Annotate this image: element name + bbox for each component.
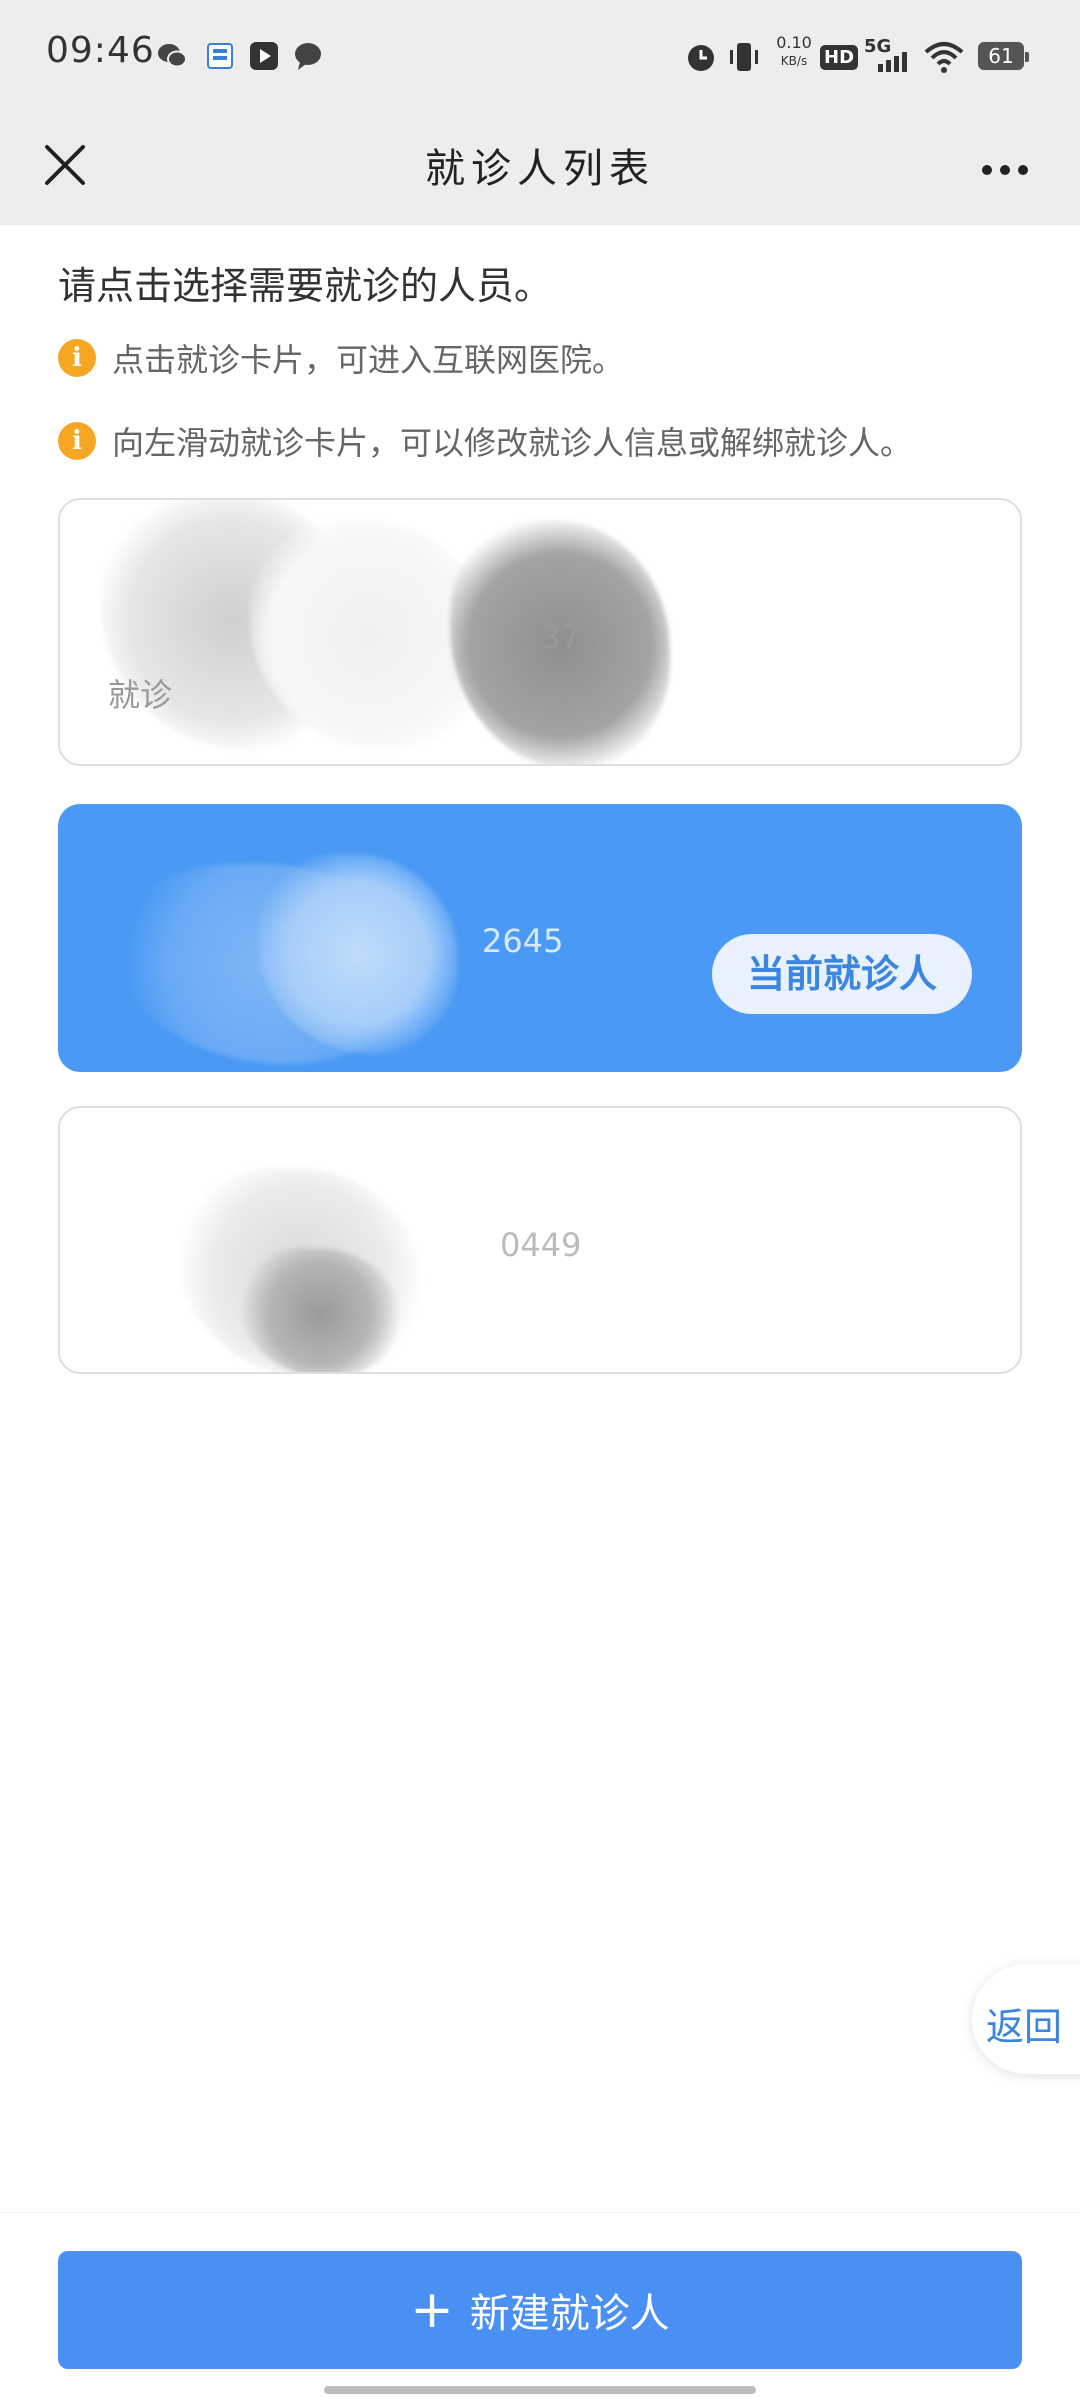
more-options-button[interactable] bbox=[970, 140, 1040, 200]
battery-icon: 61 bbox=[978, 42, 1029, 70]
net-speed-unit: KB/s bbox=[780, 54, 808, 68]
wechat-icon bbox=[156, 40, 188, 72]
patient-id-fragment: 2645 bbox=[482, 922, 564, 960]
network-speed: 0.10 KB/s bbox=[772, 34, 816, 70]
new-patient-label: 新建就诊人 bbox=[469, 2291, 670, 2337]
vibrate-icon bbox=[726, 40, 762, 74]
bottom-bar: + 新建就诊人 bbox=[0, 2212, 1080, 2401]
tip-row-1: i 点击就诊卡片，可进入互联网医院。 bbox=[58, 335, 624, 381]
plus-icon: + bbox=[410, 2280, 454, 2340]
alarm-icon bbox=[684, 40, 718, 74]
tip-text: 点击就诊卡片，可进入互联网医院。 bbox=[112, 341, 625, 379]
tip-text: 向左滑动就诊卡片，可以修改就诊人信息或解绑就诊人。 bbox=[112, 424, 913, 462]
wifi-icon bbox=[924, 40, 964, 74]
page-title: 就诊人列表 bbox=[425, 146, 655, 192]
net-speed-value: 0.10 bbox=[776, 33, 812, 52]
patient-card[interactable]: 0449 bbox=[58, 1106, 1022, 1374]
patient-id-fragment: 37 bbox=[540, 618, 581, 656]
app-notification-icon bbox=[204, 40, 236, 72]
patient-card[interactable]: 就诊 37 bbox=[58, 498, 1022, 766]
new-patient-button[interactable]: + 新建就诊人 bbox=[58, 2251, 1022, 2369]
nav-bar: 就诊人列表 bbox=[0, 110, 1080, 225]
status-time: 09:46 bbox=[46, 30, 155, 71]
back-float-button[interactable]: 返回 bbox=[972, 1964, 1080, 2074]
more-dot-icon bbox=[1018, 165, 1028, 175]
hd-label: HD bbox=[820, 44, 859, 70]
more-dot-icon bbox=[1000, 165, 1010, 175]
hd-icon: HD bbox=[820, 40, 859, 74]
patient-card-selected[interactable]: 2645 当前就诊人 bbox=[58, 804, 1022, 1072]
battery-level: 61 bbox=[988, 44, 1014, 68]
message-icon bbox=[292, 40, 324, 72]
home-indicator[interactable] bbox=[324, 2386, 756, 2394]
patient-card-label: 就诊 bbox=[108, 676, 173, 714]
instruction-text: 请点击选择需要就诊的人员。 bbox=[58, 264, 553, 308]
back-label: 返回 bbox=[986, 2005, 1063, 2049]
status-bar: 09:46 0.10 KB/s HD 5G 61 bbox=[0, 0, 1080, 110]
info-icon: i bbox=[58, 339, 96, 377]
more-dot-icon bbox=[982, 165, 992, 175]
info-icon: i bbox=[58, 422, 96, 460]
network-label: 5G bbox=[864, 36, 892, 57]
signal-icon: 5G bbox=[864, 36, 914, 74]
video-app-icon bbox=[248, 40, 280, 72]
patient-id-fragment: 0449 bbox=[500, 1226, 582, 1264]
current-patient-badge: 当前就诊人 bbox=[712, 934, 972, 1014]
tip-row-2: i 向左滑动就诊卡片，可以修改就诊人信息或解绑就诊人。 bbox=[58, 418, 912, 464]
